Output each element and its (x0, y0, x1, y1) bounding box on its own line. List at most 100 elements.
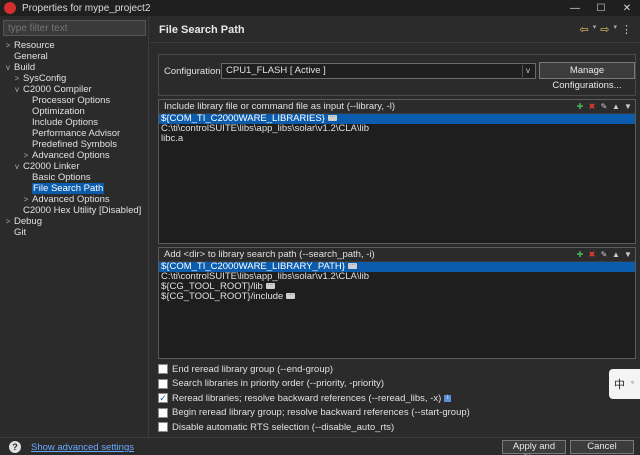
sidebar-item[interactable]: > Advanced Options (0, 150, 148, 161)
option-label: Begin reread library group; resolve back… (172, 407, 470, 419)
library-list-tools: ✚ ✖ ✎ ▲ ▼ (575, 101, 633, 112)
chevron-down-icon[interactable]: v (13, 161, 21, 172)
chevron-right-icon[interactable]: > (4, 216, 12, 227)
sidebar-item-label: Processor Options (32, 95, 111, 106)
configuration-label: Configuration: (164, 66, 224, 77)
sidebar-item[interactable]: Include Options (0, 117, 148, 128)
nav-dropdown-icon[interactable]: ▾ (613, 23, 617, 36)
ime-indicator[interactable]: 中 ° (609, 369, 640, 399)
close-button[interactable]: ✕ (614, 0, 640, 16)
library-list: Include library file or command file as … (158, 99, 636, 244)
option-label: Disable automatic RTS selection (--disab… (172, 421, 395, 433)
linker-options: End reread library group (--end-group) Se… (158, 362, 470, 435)
sidebar-item-label: SysConfig (23, 73, 67, 84)
variable-icon: ··· (265, 282, 275, 290)
app-icon (4, 2, 16, 14)
minimize-button[interactable]: — (562, 0, 588, 16)
sidebar-item-label: Include Options (32, 117, 99, 128)
show-advanced-settings-link[interactable]: Show advanced settings (31, 442, 134, 453)
move-down-icon[interactable]: ▼ (623, 249, 633, 260)
help-icon[interactable]: ? (9, 441, 21, 453)
delete-icon[interactable]: ✖ (587, 101, 597, 112)
move-down-icon[interactable]: ▼ (623, 101, 633, 112)
nav-buttons: ⇦ ▾ ⇨ ▾ ⋮ (580, 23, 632, 36)
sidebar-item[interactable]: Basic Options (0, 172, 148, 183)
sidebar-item[interactable]: C2000 Hex Utility [Disabled] (0, 205, 148, 216)
sidebar-item-label: Performance Advisor (32, 128, 121, 139)
search-path-list-tools: ✚ ✖ ✎ ▲ ▼ (575, 249, 633, 260)
ime-separator-icon: ° (631, 379, 635, 389)
edit-icon[interactable]: ✎ (599, 249, 609, 260)
manage-configurations-button[interactable]: Manage Configurations... (539, 62, 635, 91)
search-path-rows: ${COM_TI_C2000WARE_LIBRARY_PATH} ··· C:\ti… (159, 262, 635, 302)
add-icon[interactable]: ✚ (575, 249, 585, 260)
sidebar-item-label: C2000 Compiler (23, 84, 92, 95)
menu-icon[interactable]: ⋮ (621, 23, 632, 36)
option-checkbox[interactable]: ✓ (158, 393, 168, 404)
variable-icon: ··· (327, 114, 337, 122)
sidebar-item[interactable]: > Resource (0, 40, 148, 51)
sidebar-item-label: Basic Options (32, 172, 91, 183)
list-item[interactable]: libc.a (159, 134, 635, 144)
list-item-text: ${CG_TOOL_ROOT}/include (161, 291, 284, 302)
list-item-text: libc.a (161, 133, 184, 144)
filter-input[interactable] (3, 20, 146, 36)
list-item-text: C:\ti\controlSUITE\libs\app_libs\solar\v… (161, 123, 370, 134)
sidebar-item[interactable]: Performance Advisor (0, 128, 148, 139)
sidebar-item-label: General (14, 51, 48, 62)
variable-icon: ··· (347, 262, 357, 270)
configuration-value: CPU1_FLASH [ Active ] (226, 65, 326, 76)
sidebar-item-label: C2000 Hex Utility [Disabled] (23, 205, 142, 216)
sidebar-item[interactable]: > Advanced Options (0, 194, 148, 205)
sidebar-item[interactable]: v C2000 Linker (0, 161, 148, 172)
nav-dropdown-icon[interactable]: ▾ (593, 23, 597, 36)
sidebar-item[interactable]: General (0, 51, 148, 62)
option-row: End reread library group (--end-group) (158, 362, 470, 377)
edit-icon[interactable]: ✎ (599, 101, 609, 112)
ime-label: 中 (614, 379, 625, 391)
chevron-right-icon[interactable]: > (22, 150, 30, 161)
chevron-right-icon[interactable]: > (13, 73, 21, 84)
option-checkbox[interactable] (158, 407, 168, 418)
apply-and-close-button[interactable]: Apply and Close (502, 440, 566, 455)
sidebar-item-label: Build (14, 62, 36, 73)
option-checkbox[interactable] (158, 378, 168, 389)
sidebar-item[interactable]: Processor Options (0, 95, 148, 106)
configuration-group: Configuration: CPU1_FLASH [ Active ] v M… (158, 54, 636, 96)
sidebar-item[interactable]: > SysConfig (0, 73, 148, 84)
sidebar-item[interactable]: Git (0, 227, 148, 238)
chevron-down-icon[interactable]: v (13, 84, 21, 95)
forward-arrow-icon[interactable]: ⇨ (600, 23, 609, 36)
move-up-icon[interactable]: ▲ (611, 101, 621, 112)
option-checkbox[interactable] (158, 422, 168, 433)
maximize-button[interactable]: ☐ (588, 0, 614, 16)
list-item[interactable]: ${CG_TOOL_ROOT}/include ··· (159, 292, 635, 302)
option-checkbox[interactable] (158, 364, 168, 375)
sidebar-item[interactable]: Optimization (0, 106, 148, 117)
sidebar-item[interactable]: v Build (0, 62, 148, 73)
add-icon[interactable]: ✚ (575, 101, 585, 112)
info-icon[interactable]: i (444, 394, 452, 402)
sidebar: >ResourceGeneralvBuild>SysConfigvC2000 C… (0, 17, 149, 437)
delete-icon[interactable]: ✖ (587, 249, 597, 260)
page-title: File Search Path (159, 23, 245, 36)
sidebar-item-label: Advanced Options (32, 150, 110, 161)
sidebar-item-label: Git (14, 227, 27, 238)
main-panel: File Search Path ⇦ ▾ ⇨ ▾ ⋮ Configuration… (150, 17, 640, 437)
sidebar-item-label: C2000 Linker (23, 161, 80, 172)
move-up-icon[interactable]: ▲ (611, 249, 621, 260)
sidebar-item[interactable]: Predefined Symbols (0, 139, 148, 150)
sidebar-item[interactable]: > Debug (0, 216, 148, 227)
sidebar-item[interactable]: v C2000 Compiler (0, 84, 148, 95)
search-path-list-header: Add <dir> to library search path (--sear… (159, 248, 635, 262)
chevron-down-icon[interactable]: v (4, 62, 12, 73)
configuration-select[interactable]: CPU1_FLASH [ Active ] v (221, 63, 536, 79)
cancel-button[interactable]: Cancel (570, 440, 634, 454)
chevron-down-icon[interactable]: v (522, 65, 533, 77)
chevron-right-icon[interactable]: > (22, 194, 30, 205)
list-item[interactable]: C:\ti\controlSUITE\libs\app_libs\solar\v… (159, 124, 635, 134)
back-arrow-icon[interactable]: ⇦ (580, 23, 589, 36)
sidebar-item[interactable]: File Search Path (0, 183, 148, 194)
sidebar-item-label: Optimization (32, 106, 85, 117)
chevron-right-icon[interactable]: > (4, 40, 12, 51)
